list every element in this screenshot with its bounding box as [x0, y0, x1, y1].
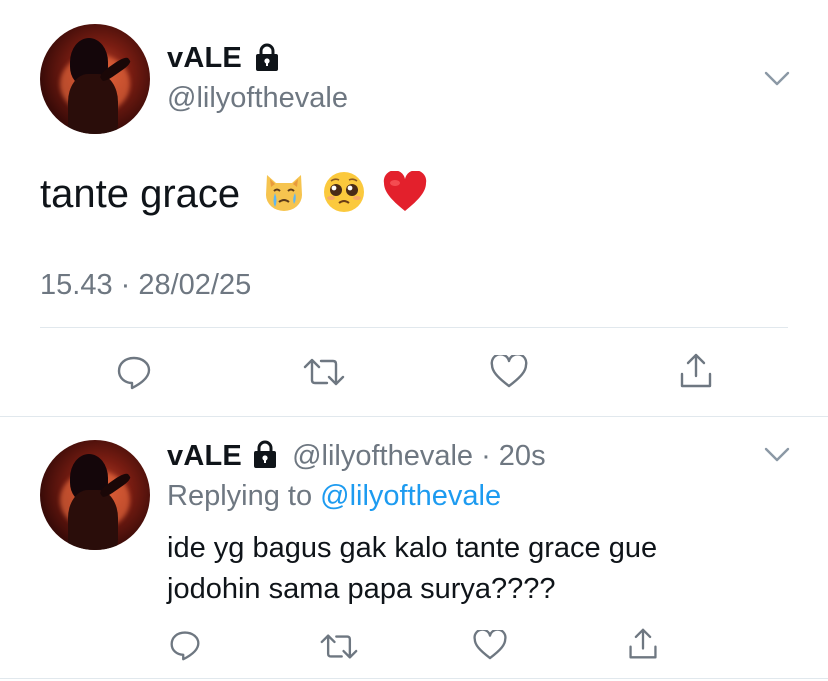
retweet-icon	[303, 358, 345, 386]
replying-to-label: Replying to	[167, 480, 313, 512]
retweet-button[interactable]	[318, 628, 360, 664]
like-button[interactable]	[471, 626, 509, 664]
share-button[interactable]	[624, 624, 662, 664]
avatar[interactable]	[40, 24, 150, 134]
pleading-face-emoji	[324, 172, 365, 213]
tweet-timestamp[interactable]: 15.43 · 28/02/25	[40, 269, 251, 302]
reply-age[interactable]: · 20s	[481, 440, 545, 472]
reply-display-name[interactable]: vALE	[167, 440, 242, 472]
tweet-separator	[0, 416, 828, 417]
lock-icon	[256, 43, 279, 72]
display-name[interactable]: vALE	[167, 42, 280, 75]
retweet-button[interactable]	[302, 352, 346, 392]
tweet-text-body: tante grace	[40, 172, 241, 216]
crying-cat-face-emoji	[266, 175, 303, 212]
reply-user-handle[interactable]: @lilyofthevale	[292, 440, 473, 472]
chevron-down-icon[interactable]	[764, 70, 790, 88]
reply-header: vALE @lilyofthevale · 20s	[167, 440, 546, 473]
tweet-text: tante grace	[40, 171, 428, 217]
display-name-text: vALE	[167, 42, 242, 74]
user-handle[interactable]: @lilyofthevale	[167, 82, 348, 115]
like-icon	[473, 629, 507, 659]
reply-button[interactable]	[166, 626, 204, 664]
share-icon	[680, 353, 712, 388]
reply-icon	[170, 631, 200, 661]
reply-text-line-1: ide yg bagus gak kalo tante grace gue	[167, 532, 658, 564]
lock-icon	[254, 440, 276, 469]
replying-to-link[interactable]: @lilyofthevale	[320, 480, 501, 512]
reply-icon	[117, 356, 151, 390]
reply-avatar[interactable]	[40, 440, 150, 550]
share-button[interactable]	[676, 350, 716, 392]
reply-text: ide yg bagus gak kalo tante grace gue jo…	[167, 528, 657, 610]
like-button[interactable]	[488, 352, 530, 392]
divider	[40, 327, 788, 328]
replying-to-line: Replying to @lilyofthevale	[167, 480, 501, 513]
reply-text-line-2: jodohin sama papa surya????	[167, 573, 556, 605]
retweet-icon	[320, 633, 358, 659]
bottom-divider	[0, 678, 828, 679]
share-icon	[629, 628, 657, 659]
red-heart-emoji	[383, 171, 426, 212]
chevron-down-icon[interactable]	[764, 446, 790, 464]
reply-button[interactable]	[114, 352, 154, 392]
like-icon	[490, 355, 528, 388]
